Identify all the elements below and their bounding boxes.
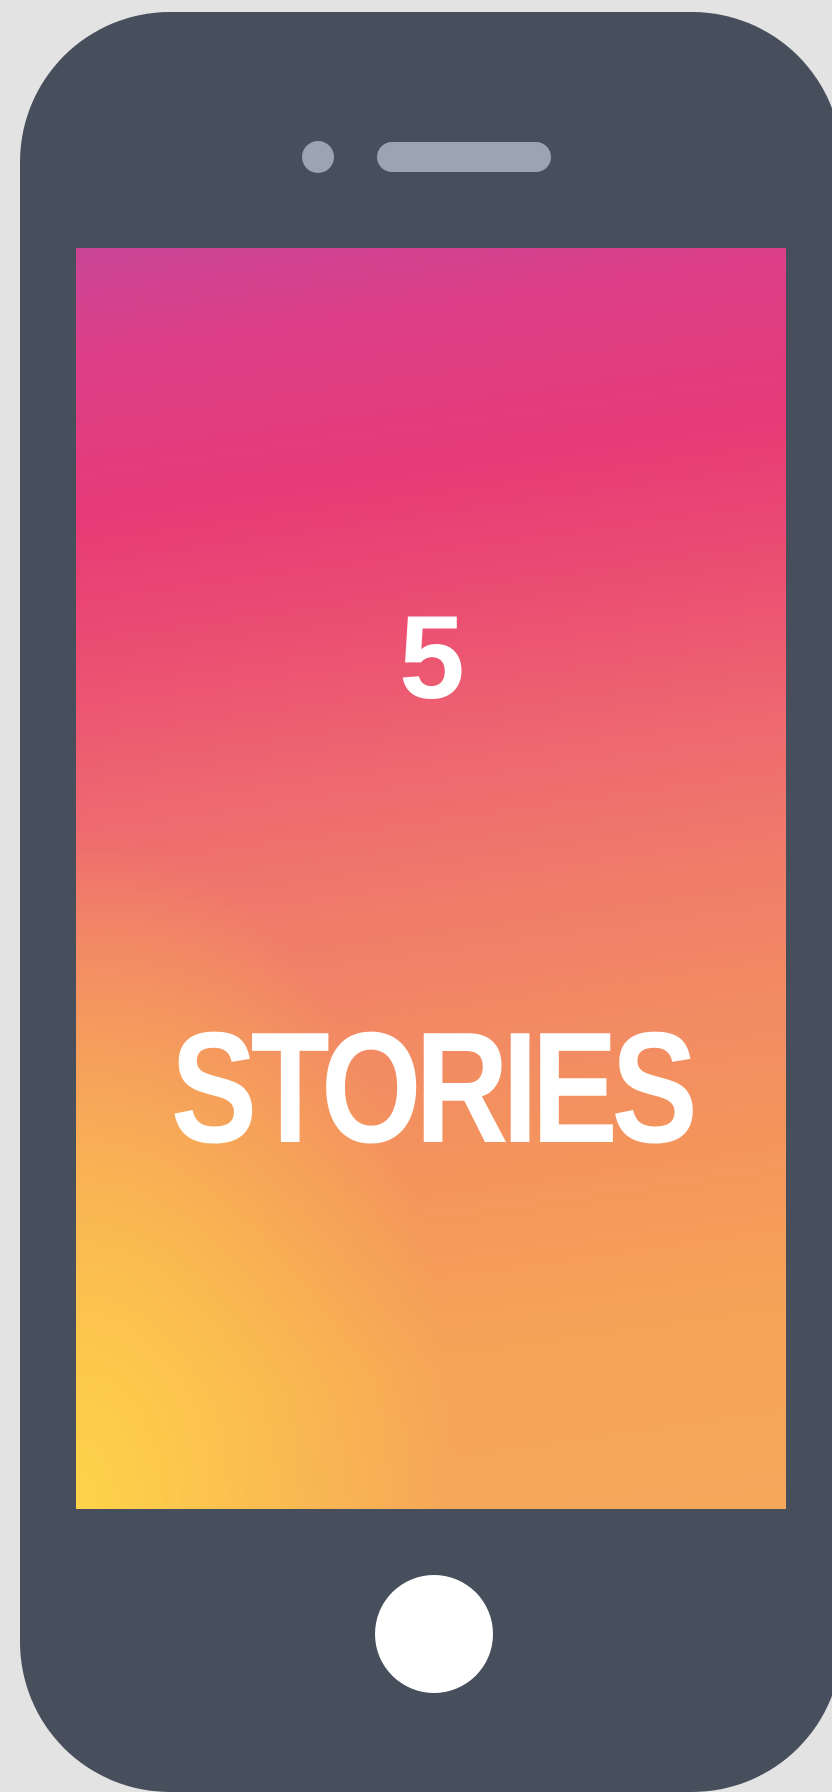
- earpiece-speaker-icon: [377, 142, 551, 172]
- stories-label: STORIES: [170, 1000, 698, 1176]
- phone-screen: 5 STORIES: [76, 248, 786, 1509]
- home-button[interactable]: [375, 1575, 493, 1693]
- story-count: 5: [399, 592, 465, 724]
- front-camera-icon: [302, 141, 334, 173]
- phone-mockup: 5 STORIES: [20, 12, 832, 1792]
